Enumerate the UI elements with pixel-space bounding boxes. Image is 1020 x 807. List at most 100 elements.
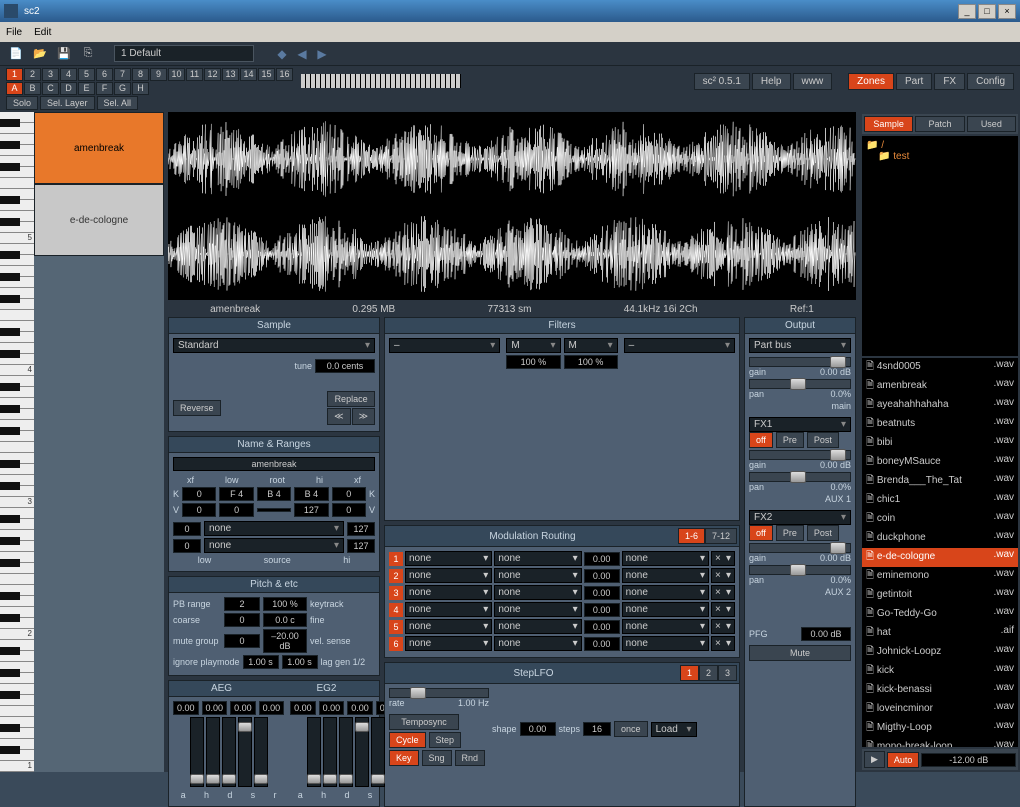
fx2-post-button[interactable]: Post [807,525,839,541]
fx2-pre-button[interactable]: Pre [776,525,804,541]
eg2-value[interactable]: 0.00 [290,701,316,715]
mod-src-select[interactable]: none▾ [405,568,492,583]
channel-button-15[interactable]: 15 [258,68,275,81]
new-icon[interactable]: 📄 [6,45,26,63]
mod-amount[interactable]: 0.00 [584,603,620,617]
sng-button[interactable]: Sng [422,750,452,766]
mod-x-select[interactable]: ×▾ [711,619,735,634]
saveas-icon[interactable]: ⎘ [78,45,98,63]
aeg-value[interactable]: 0.00 [259,701,285,715]
fx2-off-button[interactable]: off [749,525,773,541]
mod-x-select[interactable]: ×▾ [711,636,735,651]
layer-button-D[interactable]: D [60,82,77,95]
layer-button-B[interactable]: B [24,82,41,95]
filter3-m[interactable]: M▾ [564,338,618,353]
rnd-button[interactable]: Rnd [455,750,486,766]
menu-edit[interactable]: Edit [34,27,51,38]
mod-amount[interactable]: 0.00 [584,637,620,651]
mod-src2-select[interactable]: none▾ [494,602,581,617]
key-button[interactable]: Key [389,750,419,766]
eg2-slider[interactable] [355,717,369,787]
filter2-pct[interactable]: 100 % [506,355,560,369]
mod-src-select[interactable]: none▾ [405,585,492,600]
layer-button-F[interactable]: F [96,82,113,95]
pan-slider[interactable] [749,379,851,389]
eg2-slider[interactable] [323,717,337,787]
mod-x-select[interactable]: ×▾ [711,551,735,566]
fx2-select[interactable]: FX2▾ [749,510,851,525]
lfo-tab-2[interactable]: 2 [699,665,718,681]
replace-button[interactable]: Replace [327,391,375,407]
nc2-source[interactable]: none▾ [204,538,344,553]
mod-dest-select[interactable]: none▾ [622,568,709,583]
preset-up-icon[interactable]: ◀ [294,46,310,62]
www-button[interactable]: www [793,73,833,90]
open-icon[interactable]: 📂 [30,45,50,63]
once-button[interactable]: once [614,721,648,737]
browser-file-item[interactable]: 🗎 loveincminor.wav [862,700,1018,719]
mod-src2-select[interactable]: none▾ [494,619,581,634]
lag1-val[interactable]: 1.00 s [243,655,279,669]
fx1-pan-slider[interactable] [749,472,851,482]
k-xf-low[interactable]: 0 [182,487,216,501]
sample-prev-button[interactable]: ≪ [327,408,350,425]
step-button[interactable]: Step [429,732,462,748]
aeg-value[interactable]: 0.00 [173,701,199,715]
layer-button-C[interactable]: C [42,82,59,95]
fx1-select[interactable]: FX1▾ [749,417,851,432]
browser-tab-patch[interactable]: Patch [915,116,964,132]
mod-src2-select[interactable]: none▾ [494,585,581,600]
fx2-pan-slider[interactable] [749,565,851,575]
mod-src2-select[interactable]: none▾ [494,551,581,566]
mod-src-select[interactable]: none▾ [405,551,492,566]
shape-val[interactable]: 0.00 [520,722,556,736]
layer-button-E[interactable]: E [78,82,95,95]
lfo-tab-3[interactable]: 3 [718,665,737,681]
browser-file-item[interactable]: 🗎 getintoit.wav [862,586,1018,605]
eg2-value[interactable]: 0.00 [319,701,345,715]
sel-all-button[interactable]: Sel. All [97,96,139,110]
browser-file-item[interactable]: 🗎 kick.wav [862,662,1018,681]
mod-src-select[interactable]: none▾ [405,619,492,634]
channel-button-14[interactable]: 14 [240,68,257,81]
fx1-pre-button[interactable]: Pre [776,432,804,448]
gain-slider[interactable] [749,357,851,367]
browser-file-item[interactable]: 🗎 Go-Teddy-Go.wav [862,605,1018,624]
channel-button-11[interactable]: 11 [186,68,203,81]
browser-file-item[interactable]: 🗎 chic1.wav [862,491,1018,510]
v-hi[interactable]: 127 [294,503,328,517]
cycle-button[interactable]: Cycle [389,732,426,748]
aeg-slider[interactable] [238,717,252,787]
browser-tab-sample[interactable]: Sample [864,116,913,132]
browser-file-item[interactable]: 🗎 Johnick-Loopz.wav [862,643,1018,662]
layer-button-H[interactable]: H [132,82,149,95]
eg2-slider[interactable] [339,717,353,787]
mod-amount[interactable]: 0.00 [584,569,620,583]
channel-button-16[interactable]: 16 [276,68,293,81]
mod-tab-1-6[interactable]: 1-6 [678,528,705,544]
channel-button-10[interactable]: 10 [168,68,185,81]
v-xf-hi[interactable]: 0 [332,503,366,517]
minimize-button[interactable]: _ [958,4,976,19]
mod-tab-7-12[interactable]: 7-12 [705,528,737,544]
mod-src2-select[interactable]: none▾ [494,636,581,651]
fx2-gain-slider[interactable] [749,543,851,553]
v-root[interactable] [257,508,291,512]
piano-keyboard[interactable]: 54321 [0,112,34,772]
browser-file-item[interactable]: 🗎 Migthy-Loop.wav [862,719,1018,738]
menu-file[interactable]: File [6,27,22,38]
aeg-value[interactable]: 0.00 [230,701,256,715]
browser-file-item[interactable]: 🗎 4snd0005.wav [862,358,1018,377]
fx1-gain-slider[interactable] [749,450,851,460]
channel-button-5[interactable]: 5 [78,68,95,81]
eg2-slider[interactable] [371,717,385,787]
browser-file-item[interactable]: 🗎 Brenda___The_Tat.wav [862,472,1018,491]
mod-dest-select[interactable]: none▾ [622,551,709,566]
channel-button-13[interactable]: 13 [222,68,239,81]
zone-name-field[interactable]: amenbreak [173,457,375,471]
sel-layer-button[interactable]: Sel. Layer [40,96,95,110]
mod-dest-select[interactable]: none▾ [622,585,709,600]
preset-selector[interactable]: 1 Default [114,45,254,62]
lfo-rate-slider[interactable] [389,688,489,698]
pb-range-val[interactable]: 2 [224,597,260,611]
